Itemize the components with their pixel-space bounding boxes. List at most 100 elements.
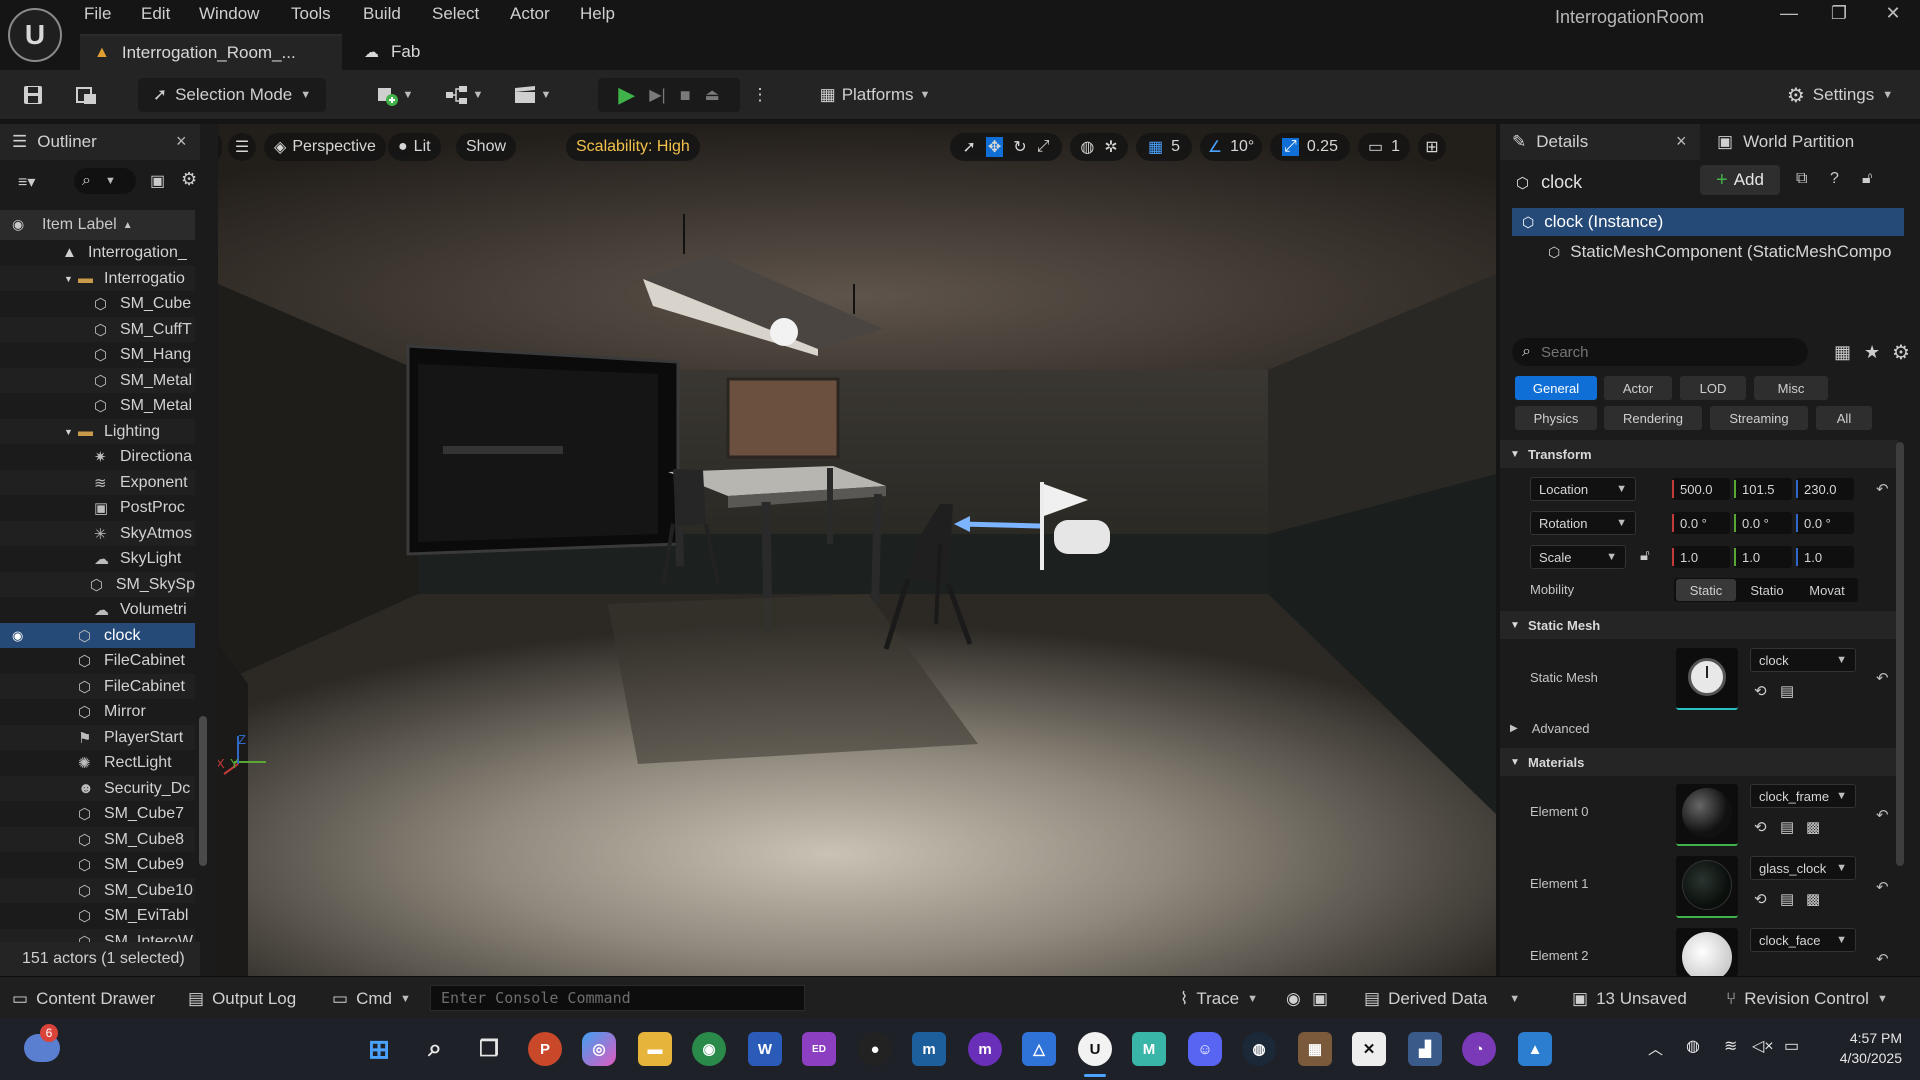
category-lod[interactable]: LOD [1680, 376, 1746, 400]
menu-window[interactable]: Window [199, 4, 259, 24]
reset-material-icon[interactable]: ↶ [1876, 806, 1889, 824]
static-mesh-section-header[interactable]: ▼ Static Mesh [1500, 611, 1898, 639]
material-thumbnail-2[interactable] [1676, 928, 1738, 976]
rotation-z-field[interactable]: 0.0 ° [1796, 512, 1854, 534]
add-actor-button[interactable]: ▼ [370, 78, 418, 112]
outliner-row[interactable]: ▲ Interrogation_ [0, 240, 195, 265]
record-icon[interactable]: ◉ [1286, 986, 1301, 1012]
trace-dropdown[interactable]: ⌇ Trace ▼ [1180, 986, 1258, 1012]
search-icon[interactable]: ⌕ [418, 1032, 452, 1066]
outliner-row[interactable]: ⬡ SM_Cube [0, 291, 195, 316]
steam-icon[interactable]: ◍ [1242, 1032, 1276, 1066]
category-rendering[interactable]: Rendering [1604, 406, 1702, 430]
taskbar-time[interactable]: 4:57 PM [1822, 1030, 1902, 1046]
mobility-static[interactable]: Static [1676, 579, 1736, 601]
lock-icon[interactable]: 🔓︎ [1862, 170, 1872, 188]
gear-icon[interactable]: ⚙ [1892, 340, 1910, 365]
world-space-icon[interactable]: ◍ [1080, 137, 1094, 157]
powerpoint-icon[interactable]: P [528, 1032, 562, 1066]
minecraft-icon[interactable]: ▦ [1298, 1032, 1332, 1066]
expand-chevron-icon[interactable]: ▼ [64, 427, 78, 437]
volume-muted-icon[interactable]: ◁× [1752, 1036, 1774, 1056]
muse-hub-icon[interactable]: m [968, 1032, 1002, 1066]
outliner-tab[interactable]: ☰ Outliner [0, 124, 200, 160]
cinematics-button[interactable]: ▼ [508, 78, 556, 112]
battery-icon[interactable]: ▭ [1784, 1036, 1799, 1056]
scale-z-field[interactable]: 1.0 [1796, 546, 1854, 568]
select-tool-icon[interactable]: ➚ [962, 137, 975, 157]
outliner-row[interactable]: ☁ SkyLight [0, 546, 195, 571]
word-icon[interactable]: W [748, 1032, 782, 1066]
actor-name[interactable]: ⬡ clock [1516, 172, 1582, 193]
category-actor[interactable]: Actor [1604, 376, 1672, 400]
minimize-button[interactable]: — [1766, 3, 1812, 29]
material-dropdown-1[interactable]: glass_clock ▼ [1750, 856, 1856, 880]
lit-button[interactable]: ● Lit [388, 133, 441, 161]
scale-tool-icon[interactable]: ⤢ [1037, 138, 1050, 156]
output-log-button[interactable]: ▤ Output Log [188, 986, 296, 1012]
component-row-staticmesh[interactable]: ⬡ StaticMeshComponent (StaticMeshCompo [1512, 238, 1904, 266]
reset-location-icon[interactable]: ↶ [1876, 480, 1889, 498]
perspective-button[interactable]: ◈ Perspective [264, 133, 386, 161]
material-thumbnail-1[interactable] [1676, 856, 1738, 918]
scale-x-field[interactable]: 1.0 [1672, 546, 1730, 568]
screenshot-icon[interactable]: ▣ [1312, 986, 1328, 1012]
rotation-y-field[interactable]: 0.0 ° [1734, 512, 1792, 534]
close-icon[interactable]: × [1676, 131, 1687, 152]
details-search[interactable]: ⌕ [1512, 338, 1808, 366]
outliner-row[interactable]: ✺ RectLight [0, 750, 195, 775]
menu-actor[interactable]: Actor [510, 4, 550, 24]
checker-icon[interactable]: ▩ [1806, 890, 1826, 910]
scale-snap-button[interactable]: ⤢ 0.25 [1270, 133, 1350, 161]
visibility-eye-icon[interactable]: ◉ [12, 628, 23, 644]
surface-snap-icon[interactable]: ✲ [1104, 137, 1117, 157]
save-icon[interactable] [16, 78, 50, 112]
static-mesh-dropdown[interactable]: clock ▼ [1750, 648, 1856, 672]
console-command-input[interactable]: Enter Console Command [430, 985, 805, 1011]
eject-icon[interactable]: ⏏ [705, 85, 720, 105]
outliner-row[interactable]: ⚑ PlayerStart [0, 725, 195, 750]
reset-material-icon[interactable]: ↶ [1876, 950, 1889, 968]
outliner-row[interactable]: ⬡ FileCabinet [0, 674, 195, 699]
static-mesh-thumbnail[interactable] [1676, 648, 1738, 710]
task-view-icon[interactable]: ❐ [472, 1032, 506, 1066]
taskbar-date[interactable]: 4/30/2025 [1822, 1050, 1902, 1066]
outliner-row[interactable]: ⬡ FileCabinet [0, 648, 195, 673]
settings-dropdown[interactable]: ⚙ Settings ▼ [1780, 78, 1900, 112]
outliner-row[interactable]: ✳ SkyAtmos [0, 521, 195, 546]
location-z-field[interactable]: 230.0 [1796, 478, 1854, 500]
rotation-snap-button[interactable]: ∠ 10° [1200, 133, 1262, 161]
platforms-dropdown[interactable]: ▦ Platforms ▼ [810, 78, 940, 112]
file-explorer-icon[interactable]: ▬ [638, 1032, 672, 1066]
location-y-field[interactable]: 101.5 [1734, 478, 1792, 500]
browse-asset-icon[interactable]: ▤ [1780, 890, 1800, 910]
unsaved-button[interactable]: ▣ 13 Unsaved [1572, 986, 1687, 1012]
outliner-row[interactable]: ☁ Volumetri [0, 597, 195, 622]
viewport-menu-button[interactable]: ☰ [228, 133, 256, 161]
step-icon[interactable]: ▶| [649, 85, 665, 105]
filter-icon[interactable]: ≡▾ [18, 172, 35, 192]
stop-icon[interactable]: ■ [680, 85, 691, 106]
table-view-icon[interactable]: ▦ [1834, 342, 1851, 363]
outliner-row[interactable]: ▼ ▬ Interrogatio [0, 266, 195, 291]
move-tool-icon[interactable]: ✥ [985, 137, 1004, 157]
browse-asset-icon[interactable]: ▤ [1780, 682, 1800, 702]
outliner-row[interactable]: ⬡ SM_Hang [0, 342, 195, 367]
help-icon[interactable]: ? [1830, 170, 1839, 188]
outliner-row[interactable]: ⬡ SM_Metal [0, 393, 195, 418]
menu-edit[interactable]: Edit [141, 4, 170, 24]
play-options-icon[interactable]: ⋮ [752, 78, 769, 112]
tab-details[interactable]: ✎ Details [1500, 124, 1700, 160]
tab-world-partition[interactable]: ▣ World Partition [1705, 124, 1920, 160]
outliner-search[interactable]: ⌕ ▼ [74, 168, 136, 194]
obs-icon[interactable]: ● [858, 1032, 892, 1066]
use-selected-asset-icon[interactable]: ⟲ [1754, 818, 1774, 838]
rotation-dropdown[interactable]: Rotation ▼ [1530, 511, 1636, 535]
transform-section-header[interactable]: ▼ Transform [1500, 440, 1898, 468]
outliner-settings-icon[interactable]: ⚙ [181, 169, 197, 190]
maximize-button[interactable]: ❐ [1816, 3, 1862, 29]
blueprint-button[interactable]: ▼ [440, 78, 488, 112]
grid-snap-button[interactable]: ▦ 5 [1136, 133, 1192, 161]
scalability-button[interactable]: Scalability: High [566, 133, 700, 161]
rotation-x-field[interactable]: 0.0 ° [1672, 512, 1730, 534]
